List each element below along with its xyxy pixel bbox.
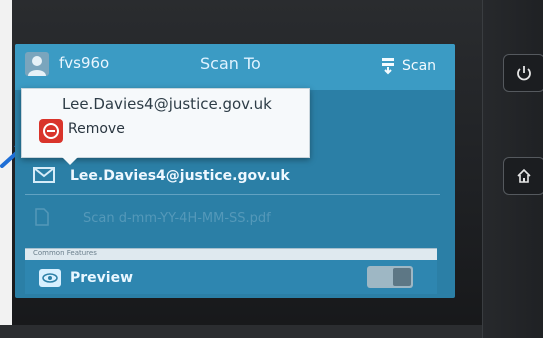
- remove-menu-item[interactable]: Remove: [22, 117, 307, 147]
- home-button[interactable]: [503, 157, 543, 195]
- user-avatar-icon[interactable]: [25, 52, 49, 76]
- scan-button[interactable]: Scan: [380, 52, 448, 80]
- power-button[interactable]: [503, 54, 543, 92]
- power-icon: [517, 66, 531, 81]
- mail-icon: [33, 167, 55, 183]
- context-menu-header: Lee.Davies4@justice.gov.uk: [62, 95, 272, 113]
- filename-row[interactable]: Scan d-mm-YY-4H-MM-SS.pdf: [25, 200, 440, 234]
- remove-icon: [39, 119, 63, 143]
- top-bar: fvs96o Scan To Scan: [15, 44, 455, 90]
- bottom-edge: [0, 325, 543, 338]
- context-menu-pointer: [60, 155, 80, 165]
- eye-icon: [39, 269, 61, 287]
- scan-icon: [382, 58, 394, 75]
- page-title: Scan To: [200, 54, 261, 73]
- user-name[interactable]: fvs96o: [59, 54, 109, 72]
- remove-label: Remove: [68, 121, 125, 137]
- home-icon: [517, 168, 531, 183]
- preview-toggle[interactable]: [367, 266, 413, 288]
- context-menu: Lee.Davies4@justice.gov.uk Remove: [21, 88, 310, 158]
- scan-button-label: Scan: [402, 58, 437, 74]
- filename-field: Scan d-mm-YY-4H-MM-SS.pdf: [83, 211, 271, 226]
- preview-label: Preview: [70, 270, 134, 286]
- touch-screen: fvs96o Scan To Scan Lee.Davies4@justice.…: [15, 44, 455, 298]
- preview-row[interactable]: Preview: [25, 260, 437, 294]
- recipient-row[interactable]: Lee.Davies4@justice.gov.uk: [25, 160, 440, 195]
- file-icon: [35, 208, 49, 226]
- recipient-email: Lee.Davies4@justice.gov.uk: [70, 168, 290, 184]
- common-features-label: Common Features: [33, 249, 97, 257]
- left-edge: [0, 0, 12, 338]
